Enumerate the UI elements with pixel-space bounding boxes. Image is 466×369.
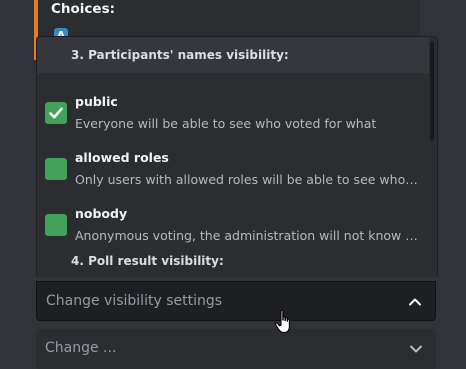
group-header-participants-visibility: 3. Participants' names visibility: [37,37,429,73]
next-select-placeholder: Change ... [45,340,117,356]
checkbox-unchecked[interactable] [45,158,67,180]
option-label: public [75,94,118,109]
choices-title: Choices: [51,1,116,17]
next-select[interactable]: Change ... [36,329,436,369]
checkmark-icon [49,107,63,119]
option-description: Only users with allowed roles will be ab… [75,172,421,187]
chevron-down-icon[interactable] [408,341,424,357]
checkbox-unchecked[interactable] [45,214,67,236]
option-description: Anonymous voting, the administration wil… [75,228,421,243]
option-label: allowed roles [75,150,169,165]
checkbox-checked[interactable] [45,102,67,124]
option-public[interactable]: public Everyone will be able to see who … [37,83,429,139]
option-allowed-roles[interactable]: allowed roles Only users with allowed ro… [37,139,429,195]
select-placeholder: Change visibility settings [46,293,223,309]
hand-pointer-cursor-icon [274,309,290,334]
visibility-dropdown-menu[interactable]: 3. Participants' names visibility: publi… [36,36,438,277]
dropdown-scrollbar[interactable] [430,41,434,141]
visibility-select[interactable]: Change visibility settings [36,281,436,321]
option-label: nobody [75,206,128,221]
group-header-poll-result-visibility: 4. Poll result visibility: [71,254,224,268]
option-description: Everyone will be able to see who voted f… [75,116,377,131]
chevron-up-icon[interactable] [407,294,423,310]
